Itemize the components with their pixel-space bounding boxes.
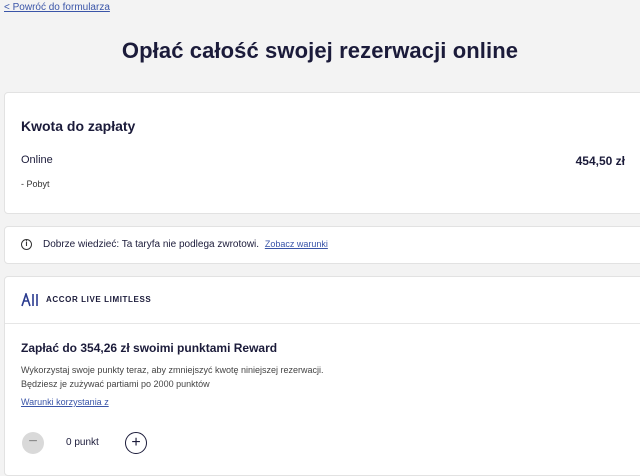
reward-desc-line2: Będziesz je zużywać partiami po 2000 pun… — [21, 379, 210, 389]
amount-card: Kwota do zapłaty Online - Pobyt 454,50 z… — [4, 92, 640, 214]
decrease-points-button[interactable]: − — [22, 432, 44, 454]
reward-description: Wykorzystaj swoje punkty teraz, aby zmni… — [21, 363, 441, 391]
info-text: Dobrze wiedzieć: Ta taryfa nie podlega z… — [43, 239, 260, 250]
brand-header: ACCOR LIVE LIMITLESS — [5, 277, 640, 324]
amount-row-sub: - Pobyt — [21, 179, 50, 189]
terms-of-use-link[interactable]: Warunki korzystania z — [21, 397, 109, 407]
see-terms-link[interactable]: Zobacz warunki — [265, 239, 328, 249]
amount-heading: Kwota do zapłaty — [21, 118, 136, 134]
info-message: Dobrze wiedzieć: Ta taryfa nie podlega z… — [43, 239, 328, 250]
info-icon: i — [21, 239, 32, 250]
back-to-form-link[interactable]: < Powróć do formularza — [4, 2, 110, 13]
all-logo-icon — [21, 293, 38, 307]
brand-name: ACCOR LIVE LIMITLESS — [46, 295, 152, 304]
info-card: i Dobrze wiedzieć: Ta taryfa nie podlega… — [4, 226, 640, 264]
reward-title: Zapłać do 354,26 zł swoimi punktami Rewa… — [21, 341, 278, 355]
amount-row-label: Online — [21, 154, 53, 166]
page-title: Opłać całość swojej rezerwacji online — [121, 38, 519, 63]
increase-points-button[interactable]: + — [125, 432, 147, 454]
points-value: 0 punkt — [66, 437, 99, 448]
reward-card: ACCOR LIVE LIMITLESS Zapłać do 354,26 zł… — [4, 276, 640, 476]
reward-desc-line1: Wykorzystaj swoje punkty teraz, aby zmni… — [21, 365, 324, 375]
amount-price: 454,50 zł — [575, 154, 625, 168]
